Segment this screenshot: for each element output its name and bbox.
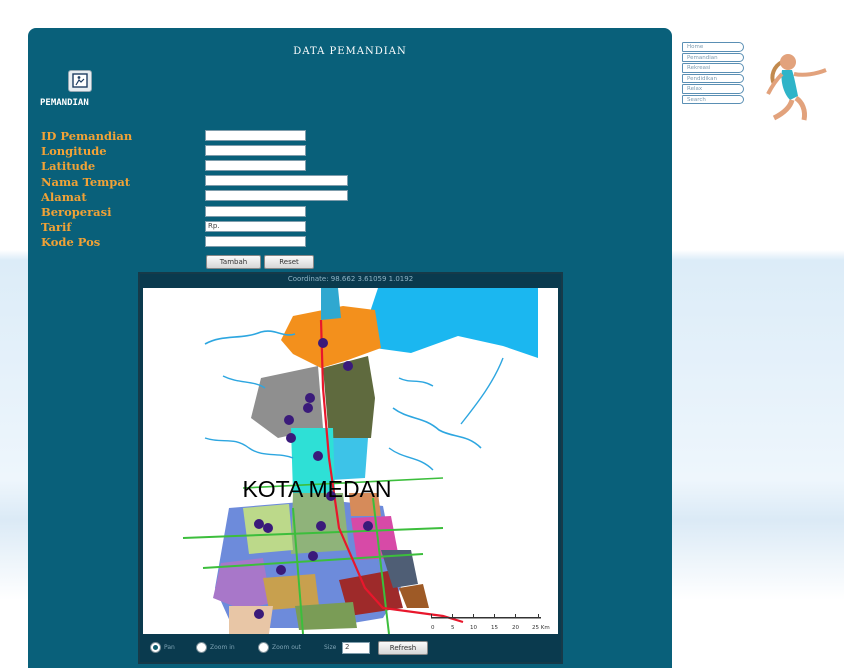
label-id-pemandian: ID Pemandian — [41, 129, 133, 143]
scale-tick: 15 — [491, 625, 498, 631]
nav-item-home[interactable]: Home — [682, 42, 744, 52]
label-alamat: Alamat — [41, 189, 87, 204]
scale-tick: 10 — [470, 625, 477, 631]
pan-label: Pan — [164, 644, 175, 651]
map-coordinate-caption: Coordinate: 98.662 3.61059 1.0192 — [287, 275, 414, 283]
scale-tick: 25 Km — [532, 625, 550, 631]
map-frame: Coordinate: 98.662 3.61059 1.0192 KOTA M… — [138, 272, 563, 664]
beroperasi-input[interactable] — [205, 206, 306, 217]
label-nama-tempat: Nama Tempat — [41, 174, 131, 189]
form-labels: ID Pemandian Longitude Latitude Nama Tem… — [41, 129, 132, 251]
zoom-out-radio[interactable] — [258, 642, 269, 653]
id-pemandian-input[interactable] — [205, 130, 306, 141]
map-view[interactable]: KOTA MEDAN 0 5 10 15 20 25 Km — [143, 288, 558, 634]
scale-tick: 0 — [431, 625, 435, 631]
label-tarif: Tarif — [41, 220, 72, 235]
label-kode-pos: Kode Pos — [41, 235, 101, 250]
map-controls: Pan Zoom in Zoom out Size 2 Refresh — [146, 639, 556, 657]
page-title: DATA PEMANDIAN — [293, 46, 407, 57]
kode-pos-input[interactable] — [205, 236, 306, 247]
nama-tempat-input[interactable] — [205, 175, 348, 186]
tarif-input[interactable]: Rp. — [205, 221, 306, 232]
latitude-input[interactable] — [205, 160, 306, 171]
scale-tick: 5 — [451, 625, 455, 631]
zoom-in-radio[interactable] — [196, 642, 207, 653]
nav-item-relax[interactable]: Relax — [682, 84, 744, 94]
main-panel: DATA PEMANDIAN PEMANDIAN ID Pemandian Lo… — [28, 28, 672, 668]
nav-item-rekreasi[interactable]: Rekreasi — [682, 63, 744, 73]
reset-button[interactable]: Reset — [264, 255, 314, 269]
nav-item-search[interactable]: Search — [682, 94, 744, 104]
nav-menu: Home Pemandian Rekreasi Pendidikan Relax… — [682, 42, 744, 105]
zoom-in-label: Zoom in — [210, 644, 235, 651]
nav-item-pemandian[interactable]: Pemandian — [682, 52, 744, 62]
label-longitude: Longitude — [41, 144, 107, 159]
nav-item-pendidikan[interactable]: Pendidikan — [682, 73, 744, 83]
zoom-out-label: Zoom out — [272, 644, 302, 651]
logo-text: PEMANDIAN — [40, 98, 89, 108]
map-city-label: KOTA MEDAN — [242, 476, 391, 502]
label-latitude: Latitude — [41, 159, 96, 174]
size-input[interactable]: 2 — [342, 642, 370, 654]
pan-radio[interactable] — [150, 642, 161, 653]
alamat-input[interactable] — [205, 190, 348, 201]
longitude-input[interactable] — [205, 145, 306, 156]
refresh-button[interactable]: Refresh — [378, 641, 428, 655]
label-beroperasi: Beroperasi — [41, 204, 112, 219]
logo-icon — [68, 70, 92, 92]
scale-tick: 20 — [512, 625, 519, 631]
swimmer-image — [760, 40, 832, 126]
tambah-button[interactable]: Tambah — [206, 255, 261, 269]
size-label: Size — [324, 644, 337, 651]
